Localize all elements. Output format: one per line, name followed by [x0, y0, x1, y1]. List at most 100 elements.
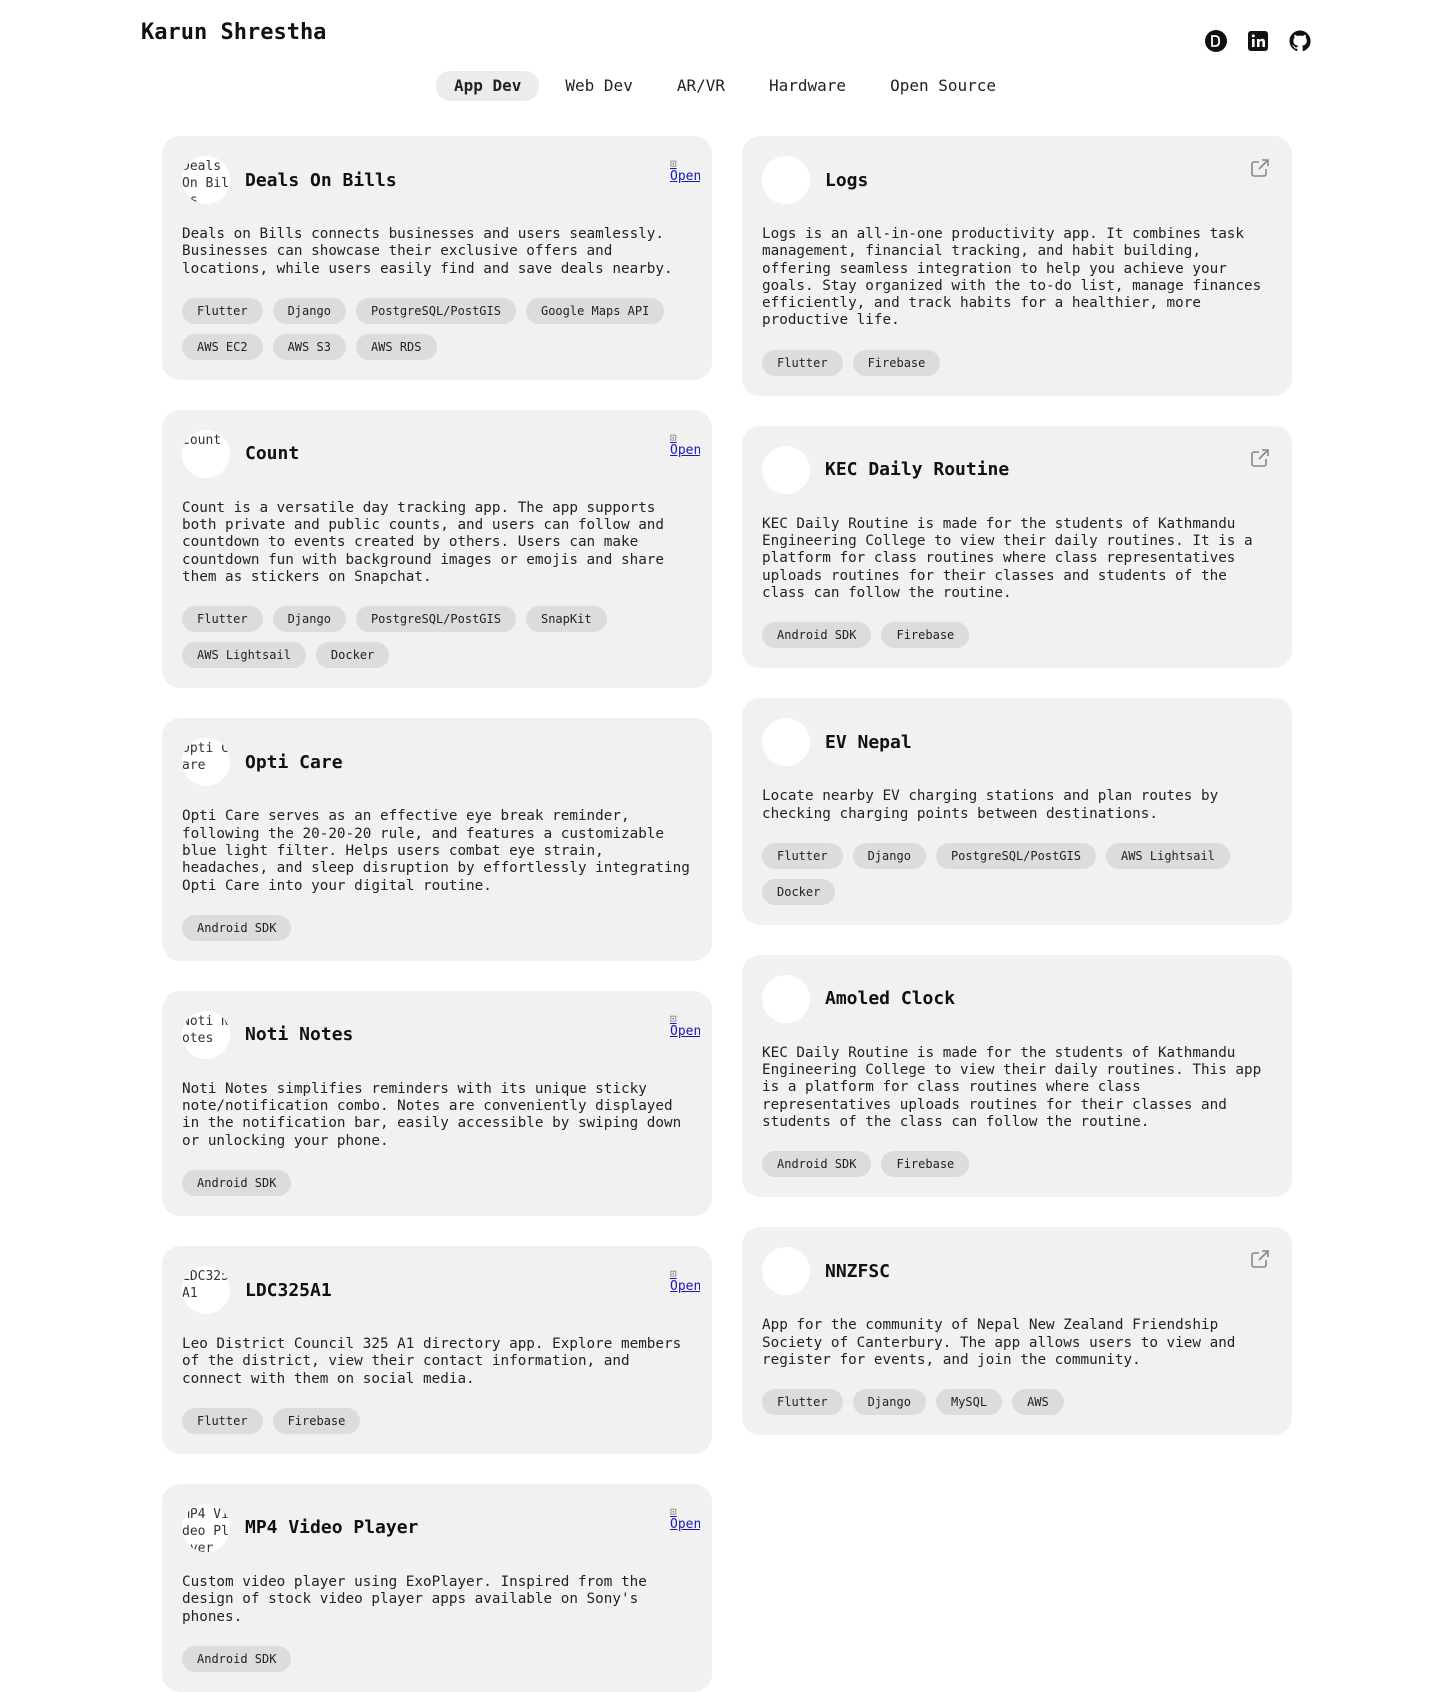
external-link-icon[interactable] [1248, 1247, 1272, 1271]
project-title: Logs [825, 169, 869, 191]
open-link-icon[interactable]: ⊡ Open [670, 432, 700, 466]
dev-icon[interactable] [1204, 29, 1228, 53]
project-card-header: Amoled Clock [762, 974, 1272, 1023]
tech-tag: Django [272, 606, 346, 633]
broken-image-icon: ⊡ [670, 158, 677, 170]
tech-tag: Flutter [762, 349, 843, 376]
tech-tag: PostgreSQL/PostGIS [355, 297, 516, 324]
project-card-header: LDC325A1 LDC325A1 [182, 1266, 692, 1315]
project-card[interactable]: LDC325A1 LDC325A1 ⊡ Open Leo District Co… [162, 1246, 712, 1454]
project-card-header: Deals On Bills Deals On Bills [182, 156, 692, 204]
project-card[interactable]: Count Count ⊡ Open Count is a versatile … [162, 409, 712, 689]
project-avatar: LDC325A1 [182, 1266, 230, 1315]
tech-tag: AWS Lightsail [182, 642, 306, 669]
external-link-icon[interactable] [1248, 156, 1272, 180]
tech-tag: Flutter [762, 1389, 843, 1416]
project-card[interactable]: Logs Logs is an all-in-one productivity … [742, 136, 1292, 396]
project-tags: Flutter Django PostgreSQL/PostGIS Google Ma… [182, 297, 692, 360]
project-description: KEC Daily Routine is made for the studen… [762, 515, 1253, 601]
project-tags: Flutter Django MySQL AWS [762, 1389, 1272, 1416]
project-card[interactable]: Opti Care Opti Care Opti Care serves as … [162, 718, 712, 961]
tab-ar-vr[interactable]: AR/VR [659, 71, 743, 101]
avatar-alt-text: Opti Care [182, 741, 229, 774]
project-card[interactable]: NNZFSC App for the community of Nepal Ne… [742, 1227, 1292, 1436]
tab-hardware[interactable]: Hardware [751, 71, 864, 101]
open-link-icon[interactable]: ⊡ Open [670, 1268, 700, 1302]
avatar-alt-text: Noti Notes [182, 1013, 229, 1046]
tech-tag: AWS [1012, 1389, 1064, 1416]
tech-tag: Google Maps API [525, 297, 665, 324]
project-card[interactable]: Amoled Clock KEC Daily Routine is made f… [742, 954, 1292, 1198]
open-link-alt-text: Open [670, 1023, 700, 1039]
open-link-icon[interactable]: ⊡ Open [670, 1013, 700, 1047]
tech-tag: Firebase [852, 349, 941, 376]
tab-web-dev[interactable]: Web Dev [547, 71, 650, 101]
broken-image-icon: ⊡ [670, 1505, 677, 1518]
header: Karun Shrestha [0, 0, 1440, 72]
project-card-header: Count Count [182, 429, 692, 478]
project-tags: Flutter Django PostgreSQL/PostGIS AWS Light… [762, 842, 1272, 905]
github-icon[interactable] [1288, 29, 1312, 53]
open-link-alt-text: Open [670, 1516, 700, 1532]
project-title: Opti Care [245, 751, 343, 773]
project-tags: Android SDK Firebase [762, 1151, 1272, 1178]
project-description: App for the community of Nepal New Zeala… [762, 1317, 1236, 1368]
broken-image-icon: ⊡ [670, 1268, 677, 1281]
project-tags: Android SDK [182, 1170, 692, 1197]
tech-tag: AWS RDS [355, 333, 437, 360]
tab-app-dev[interactable]: App Dev [435, 71, 540, 101]
project-card-header: KEC Daily Routine [762, 445, 1272, 494]
project-title: Noti Notes [245, 1024, 354, 1046]
project-title: EV Nepal [825, 731, 912, 753]
project-avatar [762, 1247, 810, 1296]
project-tags: Android SDK [182, 1645, 692, 1672]
linkedin-icon[interactable] [1246, 29, 1270, 53]
project-avatar [762, 718, 810, 767]
tech-tag: Firebase [881, 622, 970, 649]
tech-tag: Docker [762, 878, 836, 905]
broken-image-icon: ⊡ [670, 431, 677, 444]
project-card[interactable]: EV Nepal Locate nearby EV charging stati… [742, 698, 1292, 925]
project-avatar: Noti Notes [182, 1010, 230, 1059]
tech-tag: MySQL [935, 1389, 1003, 1416]
project-card[interactable]: MP4 Video Player MP4 Video Player ⊡ Open… [162, 1483, 712, 1692]
project-card-header: Noti Notes Noti Notes [182, 1010, 692, 1059]
tech-tag: Flutter [182, 297, 263, 324]
site-title[interactable]: Karun Shrestha [141, 20, 326, 45]
avatar-alt-text: Deals On Bills [182, 159, 229, 204]
social-links [1204, 29, 1312, 53]
open-link-icon[interactable]: ⊡ Open [670, 1506, 700, 1540]
project-avatar [762, 156, 810, 204]
project-card[interactable]: KEC Daily Routine KEC Daily Routine is m… [742, 425, 1292, 669]
project-description: Noti Notes simplifies reminders with its… [182, 1080, 682, 1149]
tech-tag: Firebase [272, 1407, 361, 1434]
external-link-icon[interactable] [1248, 446, 1272, 470]
project-title: NNZFSC [825, 1260, 891, 1282]
project-tags: Flutter Firebase [182, 1407, 692, 1434]
project-card-header: EV Nepal [762, 718, 1272, 767]
project-card[interactable]: Deals On Bills Deals On Bills ⊡ Open Dea… [162, 136, 712, 380]
project-avatar: Opti Care [182, 738, 230, 787]
project-description: Locate nearby EV charging stations and p… [762, 788, 1219, 822]
project-title: KEC Daily Routine [825, 459, 1010, 481]
open-link-alt-text: Open [670, 1279, 700, 1295]
tab-open-source[interactable]: Open Source [872, 71, 1014, 101]
tech-tag: Android SDK [182, 1645, 292, 1672]
open-link-icon[interactable]: ⊡ Open [670, 158, 700, 192]
project-description: Count is a versatile day tracking app. T… [182, 499, 665, 586]
project-description: Opti Care serves as an effective eye bre… [182, 808, 690, 894]
project-description: KEC Daily Routine is made for the studen… [762, 1044, 1262, 1131]
broken-image-icon: ⊡ [670, 1012, 677, 1025]
project-title: Amoled Clock [825, 988, 956, 1010]
project-description: Leo District Council 325 A1 directory ap… [182, 1336, 682, 1387]
project-card-header: Opti Care Opti Care [182, 738, 692, 787]
tech-tag: AWS S3 [272, 333, 346, 360]
tech-tag: Django [852, 1389, 926, 1416]
tech-tag: Django [852, 842, 926, 869]
projects-grid: Deals On Bills Deals On Bills ⊡ Open Dea… [162, 136, 1292, 1692]
open-link-alt-text: Open [670, 169, 700, 184]
project-card[interactable]: Noti Notes Noti Notes ⊡ Open Noti Notes … [162, 990, 712, 1217]
project-avatar [762, 445, 810, 494]
project-title: LDC325A1 [245, 1279, 332, 1301]
project-tags: Android SDK [182, 914, 692, 941]
